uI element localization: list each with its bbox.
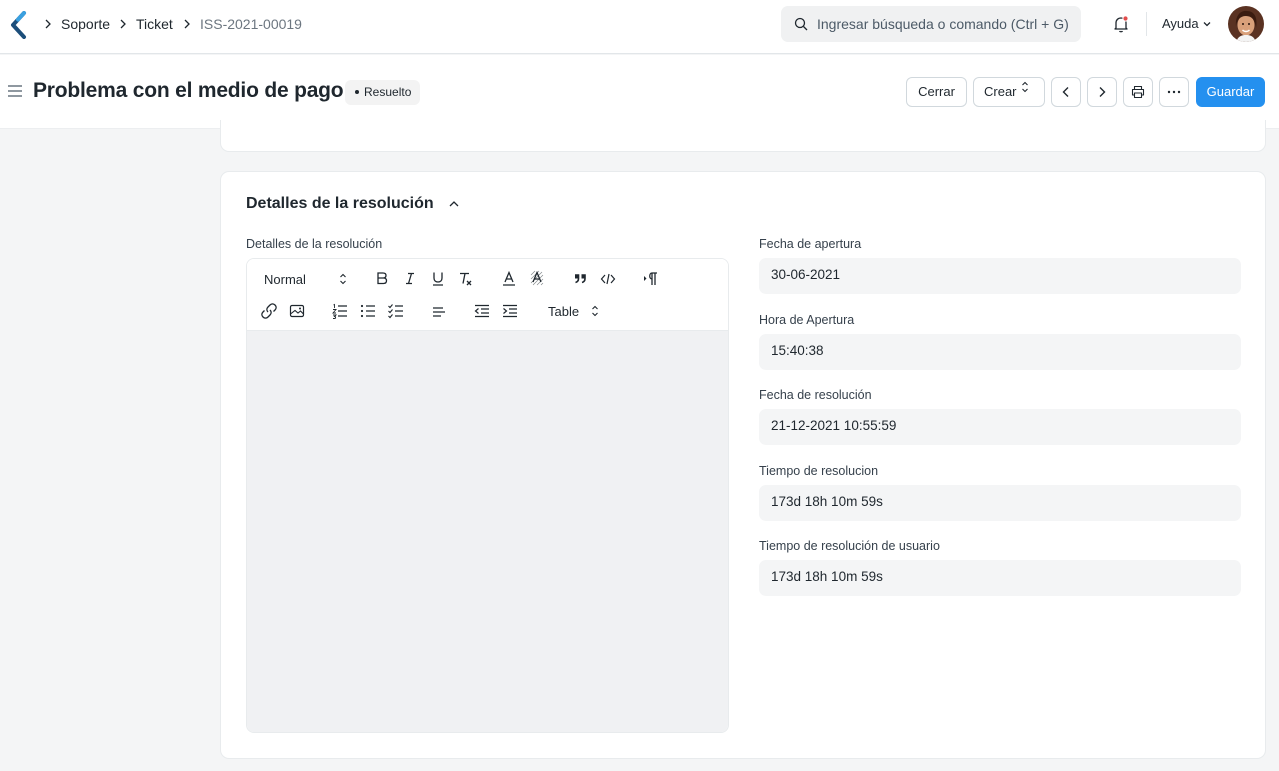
sort-updown-icon: [340, 273, 346, 285]
status-badge: Resuelto: [345, 80, 421, 105]
resolution-editor[interactable]: Normal Table: [246, 258, 729, 733]
bold-icon[interactable]: [371, 269, 393, 289]
status-label: Resuelto: [364, 85, 412, 99]
code-block-icon[interactable]: [597, 269, 619, 289]
next-doc-button[interactable]: [1087, 77, 1117, 107]
editor-toolbar: Normal Table: [247, 259, 728, 331]
navbar-divider: [1146, 12, 1147, 36]
page-title: Problema con el medio de pago: [33, 79, 344, 102]
chevron-right-icon: [45, 19, 51, 29]
chevron-right-icon: [120, 19, 126, 29]
chevron-right-icon: [184, 19, 190, 29]
notification-bell-icon[interactable]: [1111, 14, 1131, 34]
chevron-up-icon[interactable]: [448, 199, 460, 209]
create-button-label: Crear: [984, 84, 1017, 99]
sidebar-toggle-icon[interactable]: [7, 84, 23, 98]
more-actions-button[interactable]: [1159, 77, 1189, 107]
image-icon[interactable]: [286, 301, 308, 321]
chevron-right-icon: [1099, 87, 1106, 97]
breadcrumb-ticket[interactable]: Ticket: [136, 16, 173, 32]
editor-label: Detalles de la resolución: [246, 237, 383, 251]
check-list-icon[interactable]: [385, 301, 407, 321]
opening-date-field[interactable]: 30-06-2021: [759, 258, 1241, 294]
search-icon: [794, 17, 808, 31]
print-button[interactable]: [1123, 77, 1153, 107]
resolution-time-field[interactable]: 173d 18h 10m 59s: [759, 485, 1241, 521]
ordered-list-icon[interactable]: [329, 301, 351, 321]
format-select[interactable]: Normal: [264, 272, 306, 287]
sort-updown-icon: [1022, 81, 1028, 93]
indent-icon[interactable]: [499, 301, 521, 321]
more-dots-icon: [1167, 90, 1181, 94]
opening-time-label: Hora de Apertura: [759, 313, 855, 327]
navbar: Soporte Ticket ISS-2021-00019 Ingresar b…: [0, 0, 1279, 54]
search-placeholder: Ingresar búsqueda o comando (Ctrl + G): [817, 16, 1069, 32]
user-resolution-time-field[interactable]: 173d 18h 10m 59s: [759, 560, 1241, 596]
blockquote-icon[interactable]: [569, 269, 591, 289]
editor-content-area[interactable]: [247, 331, 728, 732]
search-bar[interactable]: Ingresar búsqueda o comando (Ctrl + G): [781, 6, 1081, 42]
previous-doc-button[interactable]: [1051, 77, 1081, 107]
opening-date-label: Fecha de apertura: [759, 237, 862, 251]
save-button[interactable]: Guardar: [1196, 77, 1265, 107]
avatar[interactable]: [1228, 6, 1264, 42]
app-logo-icon[interactable]: [10, 11, 28, 39]
save-button-label: Guardar: [1206, 84, 1255, 99]
chevron-down-icon[interactable]: [1202, 19, 1212, 29]
italic-icon[interactable]: [399, 269, 421, 289]
resolution-date-label: Fecha de resolución: [759, 388, 872, 402]
sort-updown-icon: [592, 305, 598, 317]
help-menu[interactable]: Ayuda: [1162, 16, 1199, 31]
resolution-details-section: Detalles de la resolución Detalles de la…: [220, 171, 1266, 759]
text-color-icon[interactable]: [498, 269, 520, 289]
create-button[interactable]: Crear: [973, 77, 1045, 107]
close-button-label: Cerrar: [918, 84, 955, 99]
link-icon[interactable]: [258, 301, 280, 321]
align-icon[interactable]: [428, 301, 450, 321]
background-color-icon[interactable]: [526, 269, 548, 289]
close-button[interactable]: Cerrar: [906, 77, 967, 107]
status-dot-icon: [355, 89, 359, 94]
user-resolution-time-label: Tiempo de resolución de usuario: [759, 539, 940, 553]
breadcrumb-soporte[interactable]: Soporte: [61, 16, 110, 32]
previous-section-card: [220, 120, 1266, 152]
printer-icon: [1131, 85, 1145, 99]
chevron-left-icon: [1062, 87, 1069, 97]
resolution-time-label: Tiempo de resolucion: [759, 464, 879, 478]
section-title: Detalles de la resolución: [246, 195, 434, 212]
clear-format-icon[interactable]: [455, 269, 477, 289]
page-head: Problema con el medio de pago Resuelto C…: [0, 55, 1279, 129]
text-direction-icon[interactable]: [640, 269, 662, 289]
breadcrumb-current[interactable]: ISS-2021-00019: [200, 16, 302, 32]
bullet-list-icon[interactable]: [357, 301, 379, 321]
underline-icon[interactable]: [427, 269, 449, 289]
table-select[interactable]: Table: [548, 304, 579, 319]
opening-time-field[interactable]: 15:40:38: [759, 334, 1241, 370]
resolution-date-field[interactable]: 21-12-2021 10:55:59: [759, 409, 1241, 445]
outdent-icon[interactable]: [471, 301, 493, 321]
